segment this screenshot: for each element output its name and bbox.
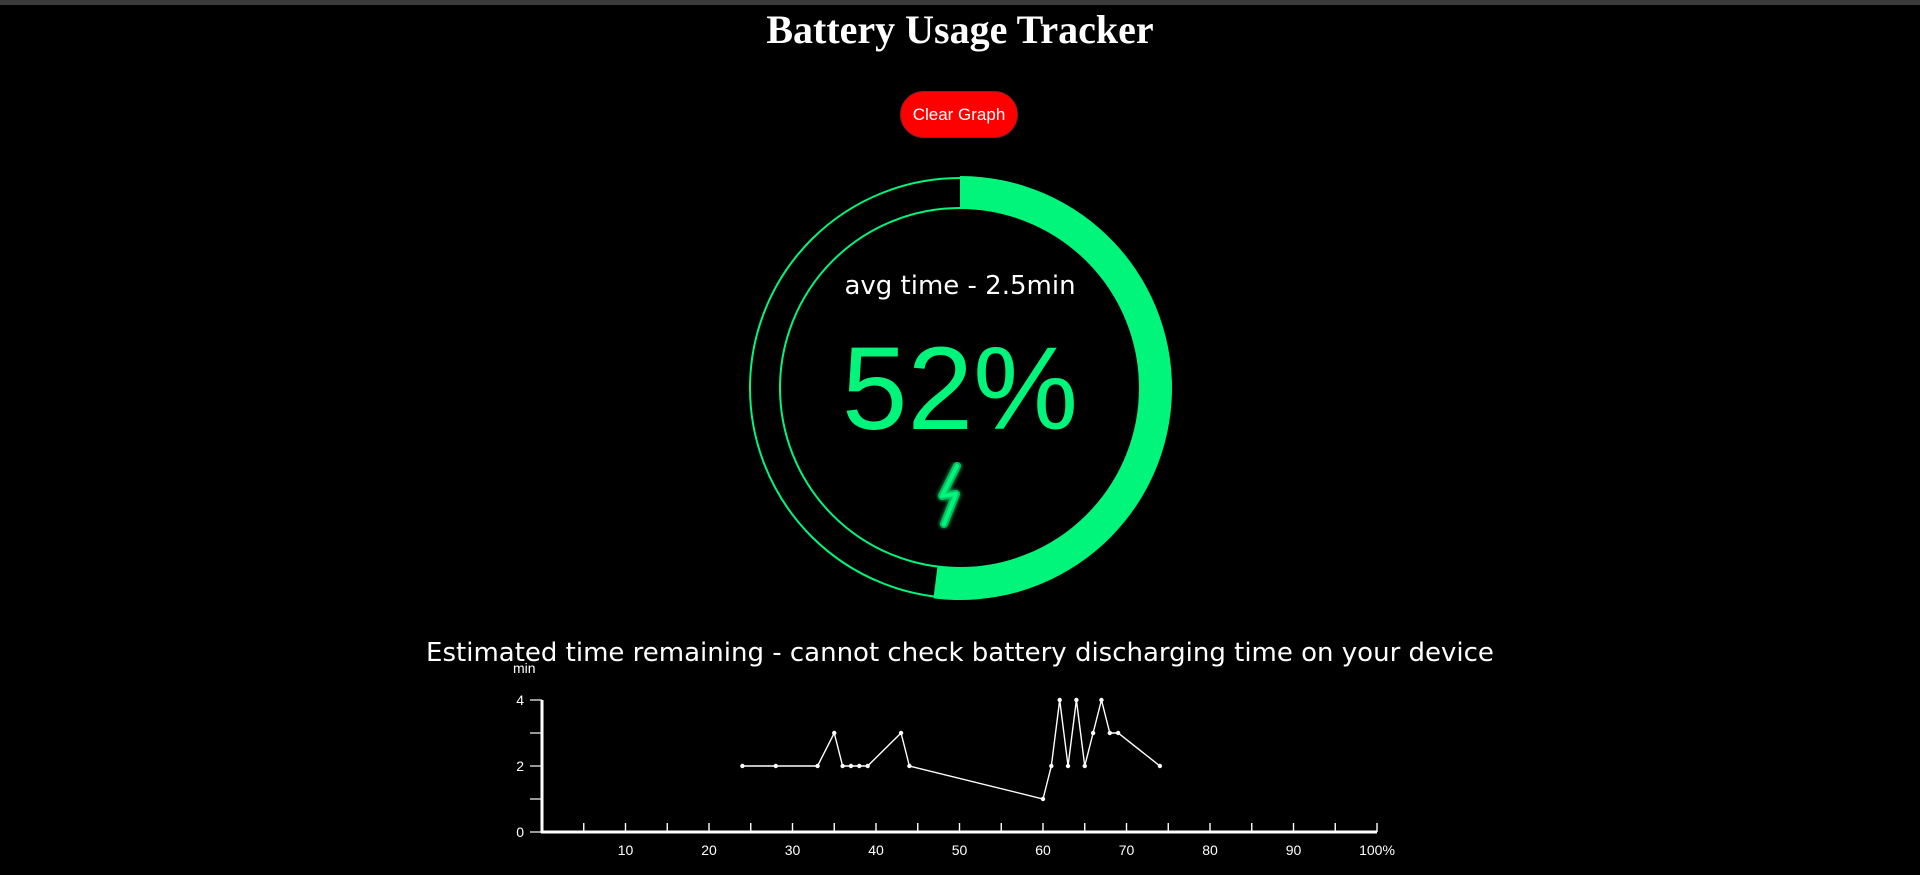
data-point xyxy=(1157,763,1163,769)
y-tick-label: 4 xyxy=(516,692,524,708)
data-point xyxy=(1082,763,1087,769)
x-tick-label: 40 xyxy=(868,842,884,858)
data-point xyxy=(1099,697,1104,703)
data-point xyxy=(1090,730,1096,736)
data-point xyxy=(1107,730,1112,736)
window-top-bar xyxy=(0,0,1920,5)
x-tick-label: 80 xyxy=(1202,842,1218,858)
data-point xyxy=(740,763,745,769)
x-tick-label: 90 xyxy=(1286,842,1302,858)
data-point xyxy=(857,763,862,769)
data-point xyxy=(1057,697,1062,703)
lightning-bolt-icon xyxy=(930,462,970,530)
x-tick-label: 20 xyxy=(701,842,717,858)
x-tick-label: 10 xyxy=(618,842,634,858)
data-point xyxy=(1065,763,1071,769)
usage-chart: min 0 2 4 10 20 30 40 50 60 70 80 90 100% xyxy=(500,655,1430,875)
y-axis-label: min xyxy=(513,660,536,676)
data-point xyxy=(898,730,904,736)
data-point xyxy=(832,730,837,736)
y-tick-label: 0 xyxy=(516,824,524,840)
data-point xyxy=(1049,763,1054,769)
data-point xyxy=(773,763,778,769)
page-title: Battery Usage Tracker xyxy=(766,7,1154,52)
x-tick-label: 60 xyxy=(1035,842,1051,858)
data-point xyxy=(1115,730,1121,736)
x-tick-label: 100% xyxy=(1359,842,1395,858)
avg-time-label: avg time - 2.5min xyxy=(844,271,1076,301)
data-point xyxy=(907,763,912,769)
y-tick-label: 2 xyxy=(516,758,524,774)
series-line xyxy=(742,699,1161,800)
data-point xyxy=(840,763,845,769)
x-tick-label: 70 xyxy=(1119,842,1135,858)
clear-graph-button[interactable]: Clear Graph xyxy=(900,91,1018,138)
x-tick-label: 30 xyxy=(785,842,801,858)
x-tick-label: 50 xyxy=(952,842,968,858)
data-point xyxy=(865,763,870,769)
data-point xyxy=(1074,697,1079,703)
data-point xyxy=(848,763,854,769)
data-point xyxy=(815,763,820,769)
data-point xyxy=(1040,796,1046,802)
battery-percent: 52% xyxy=(841,323,1079,455)
usage-chart-svg: min 0 2 4 10 20 30 40 50 60 70 80 90 100% xyxy=(513,660,1395,858)
